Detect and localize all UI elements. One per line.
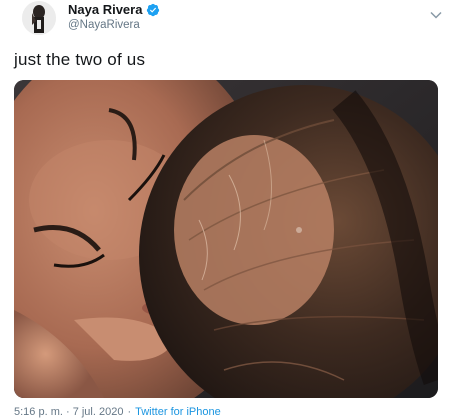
tweet-photo[interactable] bbox=[14, 80, 438, 398]
verified-badge-icon bbox=[146, 3, 160, 17]
avatar-image bbox=[22, 1, 56, 35]
tweet-text: just the two of us bbox=[14, 50, 146, 69]
tweet-card: Naya Rivera @NayaRivera just the two of … bbox=[0, 0, 458, 420]
tweet-meta: 5:16 p. m. · 7 jul. 2020 · Twitter for iPh… bbox=[14, 406, 221, 418]
avatar[interactable] bbox=[22, 1, 56, 35]
tweet-source-link[interactable]: Twitter for iPhone bbox=[135, 406, 221, 418]
meta-separator: · bbox=[127, 406, 132, 418]
user-handle[interactable]: @NayaRivera bbox=[68, 19, 160, 31]
user-identity: Naya Rivera @NayaRivera bbox=[68, 2, 160, 31]
chevron-down-icon[interactable] bbox=[430, 6, 442, 19]
photo-image bbox=[14, 80, 438, 398]
tweet-header: Naya Rivera @NayaRivera bbox=[12, 0, 446, 40]
display-name[interactable]: Naya Rivera bbox=[68, 2, 142, 17]
tweet-timestamp[interactable]: 5:16 p. m. · 7 jul. 2020 bbox=[14, 406, 123, 418]
